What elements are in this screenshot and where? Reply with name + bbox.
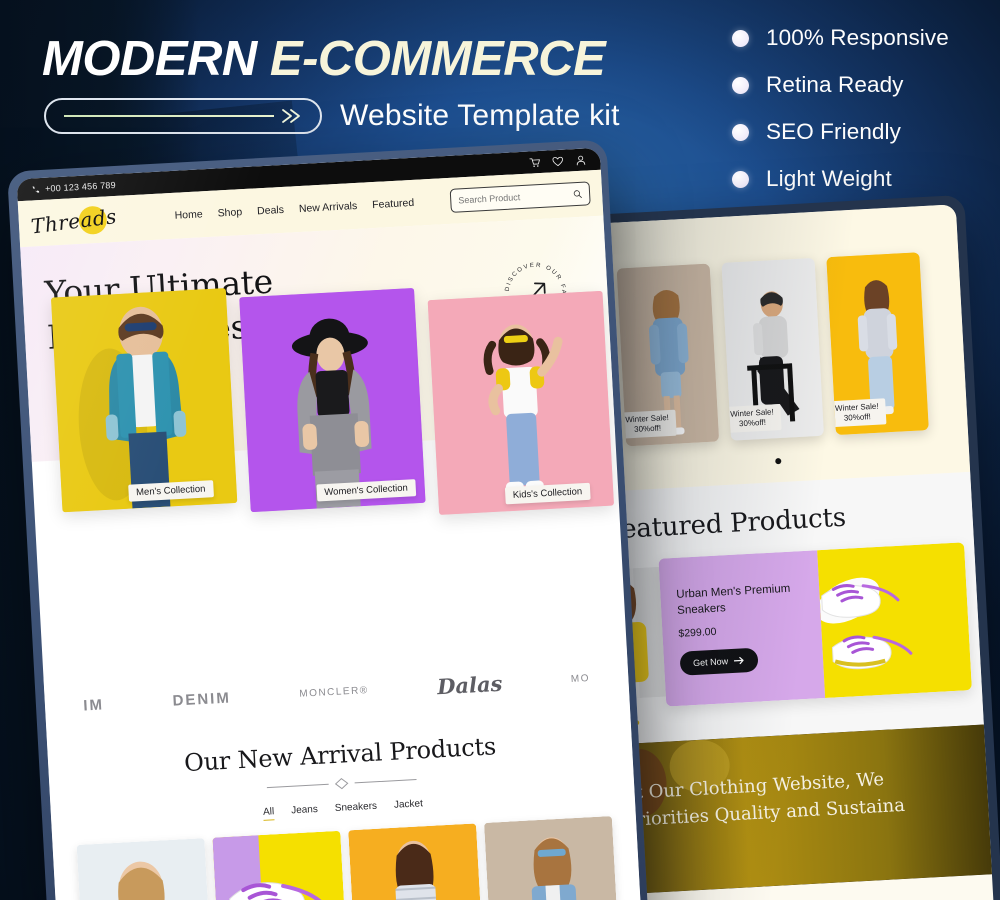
promo-product-name: Urban Men's Premium Sneakers: [676, 582, 791, 617]
bullet-dot-icon: [732, 76, 749, 94]
collection-card-women[interactable]: Women's Collection: [239, 287, 426, 513]
promo-image-area: [817, 542, 972, 698]
pill-line: [64, 115, 274, 117]
bullet-dot-icon: [732, 170, 749, 188]
topbar-icons: [529, 154, 587, 168]
feature-label: Retina Ready: [766, 72, 904, 97]
phone-number: +00 123 456 789: [44, 179, 117, 194]
brand-logo-moncler: MONCLER®: [299, 684, 369, 700]
feature-item: 100% Responsive: [732, 25, 949, 51]
feature-label: 100% Responsive: [766, 25, 949, 50]
model-photo-woman: [239, 287, 426, 513]
brand-logo-dalas: Dalas: [436, 670, 503, 699]
user-icon[interactable]: [575, 154, 587, 166]
poster-headline: MODERN E-COMMERCE: [42, 34, 682, 84]
bullet-dot-icon: [732, 29, 749, 47]
product-thumbnail[interactable]: [483, 816, 618, 900]
tablet-mockup-front: +00 123 456 789 Threads Home Shop Deals …: [7, 139, 649, 900]
poster-subtitle-row: Website Template kit: [44, 98, 620, 134]
featured-products-section: Featured Products Urban Men's Premium Sn…: [588, 471, 984, 746]
winter-sale-cards: Winter Sale! 30%off! Winter Sale! 30%off…: [599, 251, 946, 447]
featured-promo-card[interactable]: Urban Men's Premium Sneakers $299.00 Get…: [658, 542, 972, 707]
double-chevron-right-icon: [282, 109, 300, 123]
sale-card[interactable]: Winter Sale! 30%off!: [825, 252, 929, 436]
collection-card-kids[interactable]: Kids's Collection: [427, 290, 615, 515]
product-photo-4: [483, 816, 618, 900]
brand-logo-denim: DENIM: [172, 688, 232, 710]
brand-logo-5: MO: [570, 672, 591, 685]
promo-text-area: Urban Men's Premium Sneakers $299.00 Get…: [658, 550, 826, 707]
nav-link-featured[interactable]: Featured: [372, 197, 415, 211]
feature-label: SEO Friendly: [766, 119, 901, 144]
get-now-button[interactable]: Get Now: [679, 647, 759, 676]
site-logo[interactable]: Threads: [30, 202, 124, 241]
brand-logo-1: IM: [82, 695, 105, 714]
collection-cards: Men's Collection Women's Collection Kids…: [41, 268, 615, 558]
new-arrivals-title: Our New Arrival Products: [183, 732, 497, 778]
topbar-phone[interactable]: +00 123 456 789: [31, 180, 116, 195]
nav-link-home[interactable]: Home: [174, 208, 203, 221]
sale-card-tag: Winter Sale! 30%off!: [722, 403, 782, 434]
title-divider: [266, 773, 417, 793]
sale-card[interactable]: Winter Sale! 30%off!: [720, 257, 824, 441]
product-grid: [53, 815, 642, 900]
headline-part-one: MODERN: [42, 32, 270, 86]
feature-item: Light Weight: [732, 166, 949, 192]
product-thumbnail[interactable]: [76, 838, 211, 900]
phone-icon: [32, 185, 40, 193]
get-now-label: Get Now: [692, 656, 729, 669]
new-arrivals-section: Our New Arrival Products All Jeans Sneak…: [46, 706, 642, 900]
arrow-right-icon: [733, 656, 744, 665]
poster-canvas: MODERN E-COMMERCE Website Template kit 1…: [0, 0, 1000, 900]
feature-item: SEO Friendly: [732, 119, 949, 145]
sneakers-photo: [817, 577, 913, 670]
poster-subtitle: Website Template kit: [340, 99, 620, 132]
logo-text: Threads: [29, 204, 119, 239]
product-thumbnail[interactable]: [348, 823, 482, 900]
sale-card-tag: Winter Sale! 30%off!: [617, 409, 677, 439]
filter-sneakers[interactable]: Sneakers: [335, 801, 378, 817]
about-banner-section: At Our Clothing Website, We Priorities Q…: [602, 724, 992, 895]
cart-icon[interactable]: [529, 156, 541, 168]
product-photo-1: [76, 838, 211, 900]
promo-price: $299.00: [678, 625, 717, 640]
nav-link-shop[interactable]: Shop: [217, 206, 242, 219]
feature-list: 100% Responsive Retina Ready SEO Friendl…: [732, 25, 949, 192]
featured-title: Featured Products: [603, 502, 847, 546]
sale-card[interactable]: Winter Sale! 30%off!: [616, 263, 719, 447]
bullet-dot-icon: [732, 123, 749, 141]
front-screen: +00 123 456 789 Threads Home Shop Deals …: [16, 147, 642, 900]
search-box[interactable]: [449, 181, 591, 213]
nav-links: Home Shop Deals New Arrivals Featured: [174, 197, 414, 222]
feature-item: Retina Ready: [732, 72, 949, 98]
product-photo-2: [212, 830, 347, 900]
filter-jacket[interactable]: Jacket: [394, 798, 424, 814]
heart-icon[interactable]: [552, 155, 564, 167]
filter-all[interactable]: All: [262, 806, 275, 821]
filter-jeans[interactable]: Jeans: [291, 804, 318, 819]
product-photo-3: [348, 823, 482, 900]
feature-label: Light Weight: [766, 166, 892, 191]
arrow-pill-badge: [44, 98, 322, 134]
search-input[interactable]: [458, 189, 568, 206]
carousel-dot[interactable]: [775, 458, 782, 465]
headline-part-two: E-COMMERCE: [269, 32, 606, 86]
model-photo-kid: [427, 290, 615, 515]
search-icon[interactable]: [573, 189, 583, 199]
sale-card-tag: Winter Sale! 30%off!: [827, 398, 887, 428]
nav-link-new-arrivals[interactable]: New Arrivals: [299, 200, 358, 215]
product-thumbnail[interactable]: [212, 830, 347, 900]
winter-sale-section: Winter Sale! 30%off! Winter Sale! 30%off…: [574, 204, 971, 493]
nav-link-deals[interactable]: Deals: [257, 204, 284, 217]
collection-card-men[interactable]: Men's Collection: [50, 288, 238, 513]
model-photo-man: [50, 288, 238, 513]
diamond-divider-icon: [266, 777, 417, 790]
